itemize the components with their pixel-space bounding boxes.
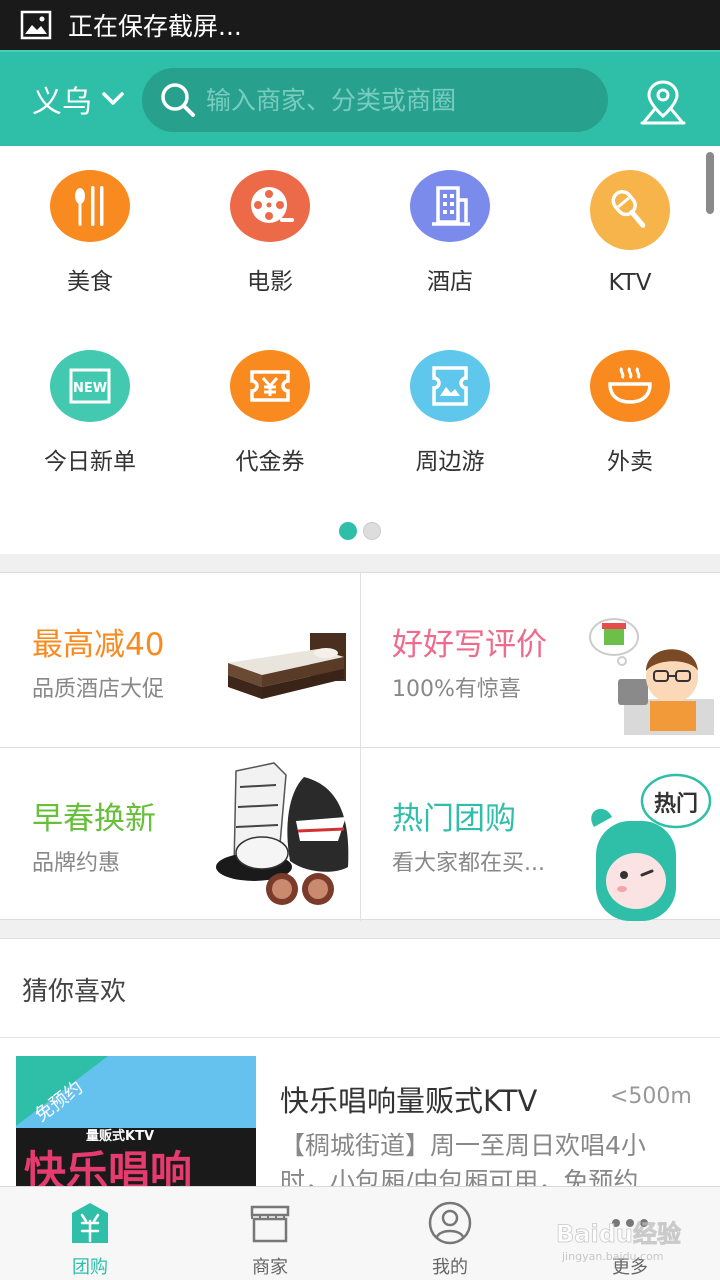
deal-name: 快乐唱响量贩式KTV bbox=[280, 1084, 538, 1118]
baidu-watermark-logo: Baidu经验 jingyan.baidu.com bbox=[556, 1220, 682, 1263]
new-badge-icon: NEW bbox=[50, 350, 130, 422]
bed-image bbox=[228, 633, 346, 699]
status-bar: 正在保存截屏... bbox=[0, 0, 720, 50]
chevron-down-icon bbox=[102, 92, 124, 105]
promo-subtitle: 100%有惊喜 bbox=[392, 677, 521, 702]
poster-brand-text: 量贩式KTV bbox=[86, 1128, 154, 1144]
category-takeout[interactable]: 外卖 bbox=[540, 326, 720, 476]
svg-text:jingyan.baidu.com: jingyan.baidu.com bbox=[561, 1250, 664, 1263]
promo-title: 热门团购 bbox=[392, 801, 516, 837]
category-label: 周边游 bbox=[415, 449, 485, 475]
tab-label: 团购 bbox=[72, 1257, 108, 1278]
svg-text:NEW: NEW bbox=[73, 381, 107, 396]
deal-item[interactable]: 量贩式KTV 快乐唱响 免预约 快乐唱响量贩式KTV <500m 【稠城街道】周… bbox=[0, 1038, 720, 1206]
page-dot-active[interactable] bbox=[339, 522, 357, 540]
category-nearby-tour[interactable]: 周边游 bbox=[360, 326, 540, 476]
promo-hotel[interactable]: 最高减40 品质酒店大促 bbox=[0, 573, 360, 747]
reviewer-cartoon-image bbox=[589, 618, 714, 735]
city-name: 义乌 bbox=[32, 85, 92, 120]
category-label: 美食 bbox=[67, 269, 113, 295]
search-icon bbox=[161, 83, 195, 117]
promo-subtitle: 品牌约惠 bbox=[32, 851, 121, 876]
promo-subtitle: 看大家都在买... bbox=[392, 851, 545, 876]
tuangou-icon bbox=[72, 1203, 108, 1243]
top-header: 义乌 bbox=[0, 50, 720, 146]
category-new-deals[interactable]: NEW 今日新单 bbox=[0, 326, 180, 476]
category-label: 酒店 bbox=[427, 269, 473, 295]
promo-title: 最高减40 bbox=[32, 627, 165, 663]
promo-hot-deals[interactable]: 热门团购 看大家都在买... 热门 bbox=[360, 747, 720, 921]
ticket-icon bbox=[410, 350, 490, 422]
yen-coupon-icon bbox=[230, 350, 310, 422]
microphone-icon bbox=[590, 170, 670, 250]
app-screen: 正在保存截屏... 义乌 美食 bbox=[0, 0, 720, 1280]
city-selector[interactable]: 义乌 bbox=[32, 77, 124, 121]
category-label: 代金券 bbox=[235, 449, 305, 475]
category-label: 外卖 bbox=[607, 449, 653, 475]
section-title: 猜你喜欢 bbox=[22, 977, 127, 1007]
ktv-poster-image: 量贩式KTV 快乐唱响 免预约 bbox=[16, 1056, 256, 1206]
promo-title: 早春换新 bbox=[32, 801, 156, 837]
building-icon bbox=[410, 170, 490, 242]
category-voucher[interactable]: 代金券 bbox=[180, 326, 360, 476]
page-indicator bbox=[0, 522, 720, 540]
clothing-products-image bbox=[216, 762, 349, 905]
tab-label: 商家 bbox=[252, 1257, 288, 1278]
category-grid: 美食 电影 酒店 KTV NEW 今日新单 代金券 周边游 外卖 bbox=[0, 146, 720, 554]
deal-thumbnail: 量贩式KTV 快乐唱响 免预约 bbox=[16, 1056, 256, 1206]
mascot-image: 热门 bbox=[591, 773, 712, 921]
promo-spring[interactable]: 早春换新 品牌约惠 bbox=[0, 747, 360, 921]
tab-tuangou[interactable]: 团购 bbox=[0, 1187, 180, 1280]
page-dot[interactable] bbox=[363, 522, 381, 540]
store-icon bbox=[250, 1205, 290, 1243]
film-reel-icon bbox=[230, 170, 310, 242]
category-movie[interactable]: 电影 bbox=[180, 146, 360, 296]
hot-badge-text: 热门 bbox=[654, 791, 698, 817]
status-text: 正在保存截屏... bbox=[68, 12, 242, 41]
category-food[interactable]: 美食 bbox=[0, 146, 180, 296]
svg-text:Baidu经验: Baidu经验 bbox=[556, 1220, 681, 1248]
deal-distance: <500m bbox=[610, 1084, 692, 1109]
category-hotel[interactable]: 酒店 bbox=[360, 146, 540, 296]
category-label: 今日新单 bbox=[44, 449, 136, 475]
recommend-section: 猜你喜欢 量贩式KTV 快乐唱响 免预约 快乐唱响量贩式KTV <500m 【稠… bbox=[0, 938, 720, 1206]
promo-subtitle: 品质酒店大促 bbox=[32, 677, 165, 702]
fork-spoon-icon bbox=[50, 170, 130, 242]
category-label: KTV bbox=[608, 270, 652, 296]
search-bar[interactable] bbox=[142, 68, 608, 132]
user-icon bbox=[428, 1201, 472, 1245]
category-label: 电影 bbox=[247, 269, 293, 295]
tab-mine[interactable]: 我的 bbox=[360, 1187, 540, 1280]
promo-review[interactable]: 好好写评价 100%有惊喜 bbox=[360, 573, 720, 747]
tab-stores[interactable]: 商家 bbox=[180, 1187, 360, 1280]
search-input[interactable] bbox=[206, 85, 586, 115]
map-pin-icon[interactable] bbox=[638, 78, 688, 126]
promo-title: 好好写评价 bbox=[392, 627, 547, 663]
image-icon bbox=[20, 10, 52, 40]
bowl-icon bbox=[590, 350, 670, 422]
category-ktv[interactable]: KTV bbox=[540, 146, 720, 296]
tab-label: 我的 bbox=[432, 1257, 468, 1278]
promo-grid: 最高减40 品质酒店大促 好好写评价 100%有惊喜 早春换新 品牌约惠 热门团… bbox=[0, 572, 720, 921]
